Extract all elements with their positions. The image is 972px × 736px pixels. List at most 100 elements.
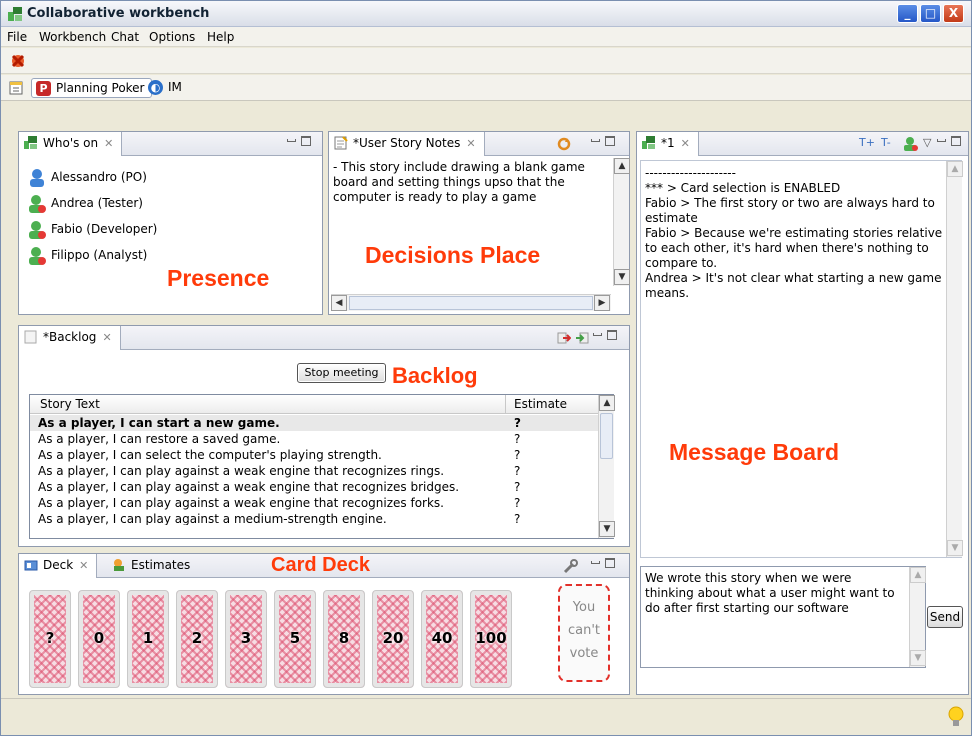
- perspective-planning-poker[interactable]: P Planning Poker: [31, 78, 152, 98]
- notes-textarea[interactable]: - This story include drawing a blank gam…: [333, 160, 601, 205]
- perspective-label: Planning Poker: [56, 81, 145, 95]
- table-row[interactable]: As a player, I can play against a weak e…: [30, 479, 598, 495]
- perspective-im[interactable]: ◐ IM: [144, 78, 188, 98]
- increase-font-icon[interactable]: T+: [859, 136, 875, 149]
- user-online-icon: [30, 169, 44, 187]
- table-row[interactable]: As a player, I can play against a medium…: [30, 511, 598, 525]
- scroll-thumb[interactable]: [349, 296, 593, 310]
- close-tab-icon[interactable]: ✕: [104, 137, 113, 150]
- card-40[interactable]: 40: [421, 590, 463, 688]
- send-button[interactable]: Send: [927, 606, 963, 628]
- view-minmax-controls[interactable]: [591, 136, 619, 150]
- scroll-down-icon[interactable]: ▼: [599, 521, 615, 537]
- chat-view: *1 ✕ T+ T- ▽ --------------------- *** > …: [636, 131, 969, 695]
- stop-meeting-button[interactable]: Stop meeting: [297, 363, 386, 383]
- title-bar: Collaborative workbench _ □ X: [1, 1, 971, 27]
- card-question[interactable]: ?: [29, 590, 71, 688]
- move-story-in-icon[interactable]: [575, 331, 589, 345]
- card-1[interactable]: 1: [127, 590, 169, 688]
- card-2[interactable]: 2: [176, 590, 218, 688]
- add-user-icon[interactable]: [903, 136, 919, 152]
- input-scrollbar[interactable]: ▲ ▼: [909, 567, 926, 667]
- notes-horizontal-scrollbar[interactable]: ◀ ▶: [331, 294, 611, 311]
- decrease-font-icon[interactable]: T-: [881, 136, 891, 149]
- view-menu-icon[interactable]: ▽: [923, 136, 931, 149]
- tab-backlog[interactable]: *Backlog ✕: [19, 326, 121, 350]
- chat-input[interactable]: We wrote this story when we were thinkin…: [640, 566, 926, 668]
- close-tab-icon[interactable]: ✕: [681, 137, 690, 150]
- backlog-table: Story Text Estimate As a player, I can s…: [29, 394, 615, 539]
- table-header: Story Text Estimate: [30, 395, 598, 414]
- close-tab-icon[interactable]: ✕: [466, 137, 475, 150]
- menu-options[interactable]: Options: [149, 30, 195, 44]
- im-icon: ◐: [148, 80, 163, 95]
- table-row[interactable]: As a player, I can start a new game.?: [30, 415, 598, 431]
- scroll-up-icon[interactable]: ▲: [614, 158, 630, 174]
- card-3[interactable]: 3: [225, 590, 267, 688]
- menu-chat[interactable]: Chat: [111, 30, 139, 44]
- table-row[interactable]: As a player, I can restore a saved game.…: [30, 431, 598, 447]
- close-tab-icon[interactable]: ✕: [79, 559, 88, 572]
- chat-input-text: We wrote this story when we were thinkin…: [645, 571, 895, 615]
- scroll-up-icon[interactable]: ▲: [599, 395, 615, 411]
- view-minmax-controls[interactable]: [287, 136, 315, 150]
- tab-deck[interactable]: Deck ✕: [19, 554, 98, 578]
- menu-workbench[interactable]: Workbench: [39, 30, 106, 44]
- card-100[interactable]: 100: [470, 590, 512, 688]
- presence-overlay-label: Presence: [167, 265, 270, 291]
- column-story-text[interactable]: Story Text: [40, 397, 100, 411]
- status-bar: [1, 698, 971, 735]
- scroll-down-icon[interactable]: ▼: [910, 650, 926, 666]
- card-5[interactable]: 5: [274, 590, 316, 688]
- presence-item[interactable]: Alessandro (PO): [27, 166, 147, 190]
- no-vote-slot: You can't vote: [558, 584, 610, 682]
- maximize-window-button[interactable]: □: [920, 4, 941, 23]
- scroll-down-icon[interactable]: ▼: [614, 269, 630, 285]
- window-title: Collaborative workbench: [27, 6, 210, 21]
- menu-help[interactable]: Help: [207, 30, 234, 44]
- table-row[interactable]: As a player, I can play against a weak e…: [30, 463, 598, 479]
- presence-item[interactable]: Fabio (Developer): [27, 218, 157, 242]
- view-minmax-controls[interactable]: [593, 330, 621, 344]
- close-window-button[interactable]: X: [943, 4, 964, 23]
- move-story-out-icon[interactable]: [557, 331, 571, 345]
- disconnect-icon[interactable]: [9, 52, 27, 70]
- scroll-thumb[interactable]: [600, 413, 613, 459]
- message-scrollbar[interactable]: ▲ ▼: [946, 161, 963, 557]
- tab-user-story-notes[interactable]: *User Story Notes ✕: [329, 132, 485, 156]
- lightbulb-icon[interactable]: [947, 705, 965, 729]
- table-row[interactable]: As a player, I can play against a weak e…: [30, 495, 598, 511]
- backlog-scrollbar[interactable]: ▲ ▼: [598, 395, 615, 538]
- main-toolbar: [1, 48, 971, 74]
- deck-settings-icon[interactable]: [563, 558, 579, 574]
- scroll-up-icon[interactable]: ▲: [947, 161, 963, 177]
- column-estimate[interactable]: Estimate: [514, 397, 567, 411]
- tab-estimates[interactable]: Estimates: [107, 554, 198, 578]
- scroll-up-icon[interactable]: ▲: [910, 567, 926, 583]
- card-0[interactable]: 0: [78, 590, 120, 688]
- tab-whos-on[interactable]: Who's on ✕: [19, 132, 123, 156]
- view-minmax-controls[interactable]: [591, 558, 619, 572]
- workbench-app-icon: [8, 7, 22, 21]
- notes-vertical-scrollbar[interactable]: ▲ ▼: [613, 158, 630, 286]
- estimates-icon: [114, 559, 124, 571]
- view-minmax-controls[interactable]: [937, 136, 965, 150]
- sync-icon[interactable]: [557, 137, 571, 151]
- open-perspective-icon[interactable]: [9, 80, 25, 96]
- minimize-window-button[interactable]: _: [897, 4, 918, 23]
- table-row[interactable]: As a player, I can select the computer's…: [30, 447, 598, 463]
- message-board[interactable]: --------------------- *** > Card selecti…: [640, 160, 963, 558]
- chat-messages: --------------------- *** > Card selecti…: [645, 166, 943, 300]
- tab-chat-1[interactable]: *1 ✕: [637, 132, 699, 156]
- scroll-right-icon[interactable]: ▶: [594, 295, 610, 311]
- backlog-icon: [24, 330, 37, 344]
- scroll-down-icon[interactable]: ▼: [947, 540, 963, 556]
- presence-item[interactable]: Andrea (Tester): [27, 192, 143, 216]
- scroll-left-icon[interactable]: ◀: [331, 295, 347, 311]
- close-tab-icon[interactable]: ✕: [102, 331, 111, 344]
- presence-item[interactable]: Filippo (Analyst): [27, 244, 147, 268]
- card-20[interactable]: 20: [372, 590, 414, 688]
- perspective-bar: P Planning Poker ◐ IM: [1, 75, 971, 101]
- card-8[interactable]: 8: [323, 590, 365, 688]
- menu-file[interactable]: File: [7, 30, 27, 44]
